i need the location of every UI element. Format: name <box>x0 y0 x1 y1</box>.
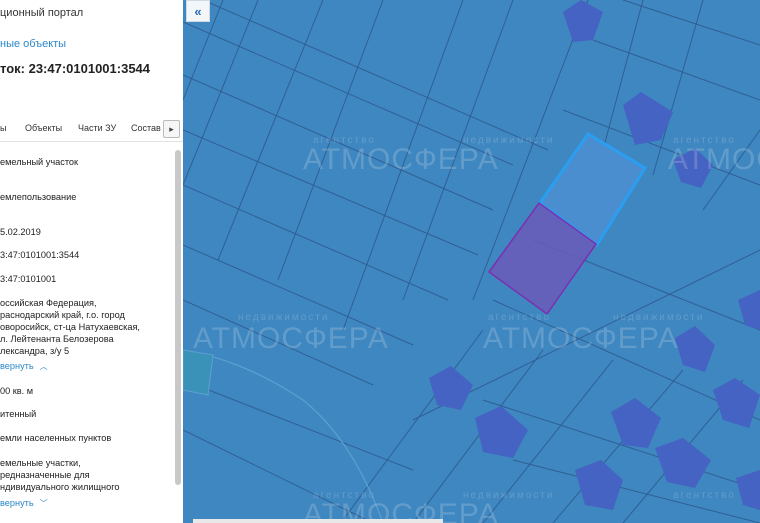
map-horizontal-scrollbar[interactable] <box>193 519 443 523</box>
chevron-right-icon: ▸ <box>169 123 174 134</box>
attr-use-line: редназначенные для <box>0 470 90 480</box>
neighbour-parcel <box>183 349 214 396</box>
watermark-logo: АТМОСФЕРА <box>303 143 499 176</box>
tab-objects[interactable]: Объекты <box>25 123 62 133</box>
attr-address-line: л. Лейтенанта Белозерова <box>0 334 114 344</box>
attr-use-line: ндивидуального жилищного <box>0 482 120 492</box>
attr-area: 00 кв. м <box>0 386 34 396</box>
map-view[interactable]: « агентство недвижимости АТМОСФЕРА агент… <box>183 0 760 523</box>
double-chevron-left-icon: « <box>194 3 202 19</box>
portal-title: ционный портал <box>0 7 84 19</box>
expand-link[interactable]: вернуть ﹀ <box>0 498 48 509</box>
collapse-link-label: вернуть <box>0 361 34 371</box>
watermark-label: агентство <box>673 490 736 501</box>
tab-parts[interactable]: Части ЗУ <box>78 123 116 133</box>
attr-use-line: емельные участки, <box>0 458 81 468</box>
buildings <box>429 0 760 510</box>
attr-address-line: оворосийск, ст-ца Натухаевская, <box>0 322 140 332</box>
info-panel: ционный портал ные объекты ток: 23:47:01… <box>0 0 183 523</box>
chevron-down-icon: ﹀ <box>39 499 48 508</box>
attr-address-line: раснодарский край, г.о. город <box>0 310 125 320</box>
attr-address-line: лександра, з/у 5 <box>0 346 70 356</box>
attr-quarter: 3:47:0101001 <box>0 274 57 284</box>
panel-scrollbar[interactable] <box>175 150 181 485</box>
attr-type: емельный участок <box>0 157 79 167</box>
attr-cadnum: 3:47:0101001:3544 <box>0 250 80 260</box>
collapse-panel-button[interactable]: « <box>186 0 210 22</box>
collapse-link[interactable]: вернуть ︿ <box>0 361 48 372</box>
attr-form: емлепользование <box>0 192 77 202</box>
chevron-up-icon: ︿ <box>39 362 48 371</box>
expand-link-label: вернуть <box>0 498 34 508</box>
objects-link[interactable]: ные объекты <box>0 38 66 50</box>
attr-status: итенный <box>0 409 37 419</box>
attr-date: 5.02.2019 <box>0 227 41 237</box>
tab-bar: ы Объекты Части ЗУ Состав ▸ <box>0 116 183 142</box>
plot-title: ток: 23:47:0101001:3544 <box>0 61 151 76</box>
watermark-logo: АТМОСФЕРА <box>193 322 389 355</box>
tab-composition[interactable]: Состав <box>131 123 161 133</box>
tabs-next-button[interactable]: ▸ <box>163 120 180 138</box>
attr-address-line: оссийская Федерация, <box>0 298 97 308</box>
cadastral-map <box>183 0 760 523</box>
watermark-logo: АТМОСФЕРА <box>483 322 679 355</box>
tab-info[interactable]: ы <box>0 123 6 133</box>
attr-category: емли населенных пунктов <box>0 433 112 443</box>
watermark-logo: АТМОСФЕРА <box>668 143 760 176</box>
